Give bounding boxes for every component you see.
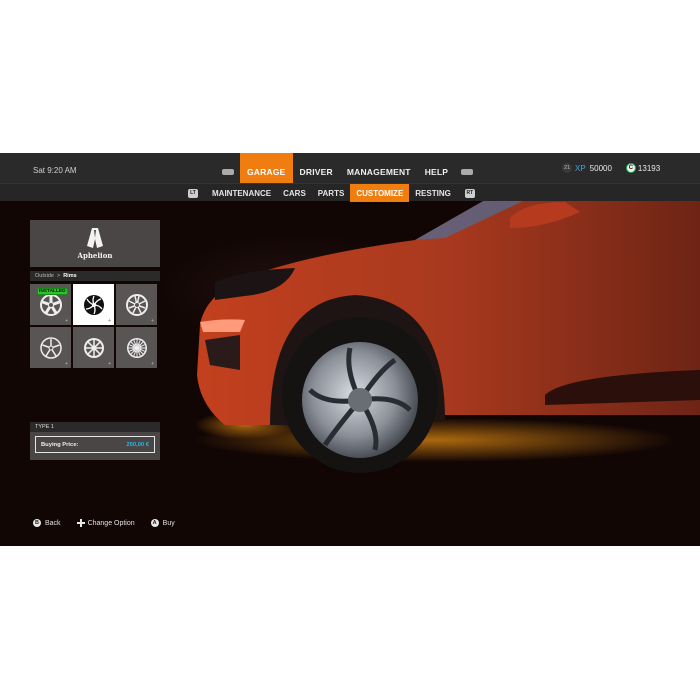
option-title: TYPE 1 xyxy=(30,422,160,432)
buying-price-box: Buying Price: 250,00 € xyxy=(35,436,155,453)
tab-management[interactable]: MANAGEMENT xyxy=(340,153,418,183)
rim-option-6[interactable]: + xyxy=(116,327,157,368)
main-navigation-bar: Sat 9:20 AM GARAGE DRIVER MANAGEMENT HEL… xyxy=(0,153,700,183)
price-value: 250,00 € xyxy=(126,441,149,448)
rim-5-spoke-icon xyxy=(39,293,62,316)
currency-icon: C xyxy=(625,163,636,173)
breadcrumb-current: Rims xyxy=(63,273,77,279)
rim-thin-spoke-icon xyxy=(39,336,62,359)
subtab-maintenance[interactable]: MAINTENANCE xyxy=(206,184,277,202)
breadcrumb-parent[interactable]: Outside xyxy=(35,273,54,279)
lt-trigger-icon: LT xyxy=(188,188,198,198)
rim-option-1[interactable]: INSTALLED + xyxy=(30,284,71,325)
tab-driver[interactable]: DRIVER xyxy=(293,153,340,183)
button-hints: B Back Change Option A Buy xyxy=(33,519,191,527)
game-viewport: Sat 9:20 AM GARAGE DRIVER MANAGEMENT HEL… xyxy=(0,153,700,546)
main-tabs: GARAGE DRIVER MANAGEMENT HELP xyxy=(216,153,479,183)
breadcrumb-separator: > xyxy=(56,273,61,279)
rim-multi-spoke-icon xyxy=(83,337,104,358)
hint-buy-label: Buy xyxy=(162,519,175,527)
subtab-resting[interactable]: RESTING xyxy=(409,184,457,202)
tab-garage[interactable]: GARAGE xyxy=(240,153,293,183)
rt-trigger-icon: RT xyxy=(464,188,475,198)
tab-help[interactable]: HELP xyxy=(418,153,455,183)
drl-light xyxy=(200,319,245,332)
price-label: Buying Price: xyxy=(41,441,79,448)
xp-value: 50000 xyxy=(589,163,612,173)
rim-turbine-icon xyxy=(83,294,104,315)
subtab-cars[interactable]: CARS xyxy=(277,184,312,202)
b-button-icon: B xyxy=(33,519,41,527)
rim-option-5[interactable]: + xyxy=(73,327,114,368)
rim-mesh-icon xyxy=(126,337,147,358)
hint-back-label: Back xyxy=(45,519,61,527)
grille xyxy=(205,335,240,370)
hub-center xyxy=(348,388,372,412)
hint-back[interactable]: B Back xyxy=(33,519,61,527)
rb-bumper-icon xyxy=(461,169,474,175)
sub-navigation-bar: LT MAINTENANCE CARS PARTS CUSTOMIZE REST… xyxy=(0,183,700,202)
brand-name: Aphelion xyxy=(77,251,113,260)
currency-value: 13193 xyxy=(637,163,661,173)
rim-option-4[interactable]: + xyxy=(30,327,71,368)
car-preview xyxy=(195,200,700,473)
subtab-customize[interactable]: CUSTOMIZE xyxy=(350,184,410,202)
sub-tabs: LT MAINTENANCE CARS PARTS CUSTOMIZE REST… xyxy=(180,184,483,202)
breadcrumb: Outside > Rims xyxy=(30,271,160,281)
rim-option-3[interactable]: + xyxy=(116,284,157,325)
plus-icon: + xyxy=(108,318,111,324)
hint-buy[interactable]: A Buy xyxy=(150,519,175,527)
xp-label: XP xyxy=(575,163,586,173)
plus-icon: + xyxy=(151,361,154,367)
player-stats: 21 XP 50000 C 13193 xyxy=(562,163,660,173)
rim-option-2[interactable]: + xyxy=(73,284,114,325)
subtab-parts[interactable]: PARTS xyxy=(312,184,351,202)
hint-change-option[interactable]: Change Option xyxy=(76,519,135,527)
plus-icon: + xyxy=(65,361,68,367)
hint-change-option-label: Change Option xyxy=(87,519,135,527)
installed-badge: INSTALLED xyxy=(37,288,68,295)
level-badge: 21 xyxy=(562,163,572,173)
aphelion-logo-icon xyxy=(87,228,103,248)
option-details: TYPE 1 Buying Price: 250,00 € xyxy=(30,422,160,460)
lb-bumper-icon xyxy=(222,169,234,175)
plus-icon: + xyxy=(65,318,68,324)
a-button-icon: A xyxy=(150,519,159,527)
dpad-icon xyxy=(76,519,85,527)
clock: Sat 9:20 AM xyxy=(33,166,77,175)
rim-options-grid: INSTALLED + + + + + + xyxy=(30,284,160,368)
plus-icon: + xyxy=(151,318,154,324)
rim-split-spoke-icon xyxy=(125,293,148,316)
brand-card: Aphelion xyxy=(30,220,160,267)
plus-icon: + xyxy=(108,361,111,367)
